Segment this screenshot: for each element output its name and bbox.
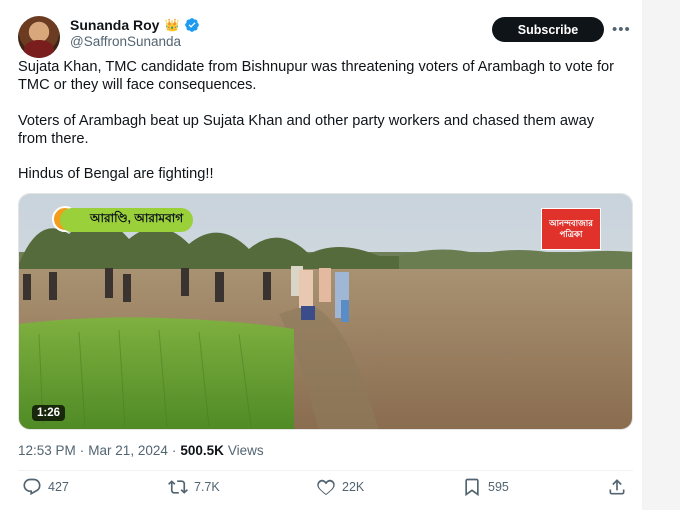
tweet-meta: 12:53 PM · Mar 21, 2024 · 500.5K Views xyxy=(18,443,264,458)
subscribe-button[interactable]: Subscribe xyxy=(492,17,604,42)
repost-icon xyxy=(168,480,188,494)
avatar[interactable] xyxy=(18,16,60,58)
share-icon xyxy=(609,479,625,495)
author-name-row: Sunanda Roy 👑 xyxy=(70,17,200,33)
author-name[interactable]: Sunanda Roy xyxy=(70,17,159,33)
tweet-card: Sunanda Roy 👑 @SaffronSunanda Subscribe … xyxy=(0,0,680,510)
bookmark-button[interactable]: 595 xyxy=(462,477,509,497)
repost-count: 7.7K xyxy=(194,480,220,494)
more-options-icon[interactable]: ••• xyxy=(612,21,631,38)
bookmark-icon xyxy=(465,478,479,497)
divider xyxy=(18,470,633,471)
repost-button[interactable]: 7.7K xyxy=(168,477,220,497)
like-button[interactable]: 22K xyxy=(316,477,364,497)
bookmark-count: 595 xyxy=(488,480,509,494)
tweet-time[interactable]: 12:53 PM xyxy=(18,443,76,458)
video-duration: 1:26 xyxy=(32,405,66,421)
like-count: 22K xyxy=(342,480,365,494)
verified-badge-icon xyxy=(185,18,200,32)
views-label: Views xyxy=(227,443,264,458)
reply-icon xyxy=(23,478,41,496)
heart-icon xyxy=(317,479,335,496)
share-button[interactable] xyxy=(607,477,627,497)
reply-count: 427 xyxy=(48,480,69,494)
author-handle[interactable]: @SaffronSunanda xyxy=(70,34,181,49)
meta-separator: · xyxy=(171,443,177,458)
page-gutter xyxy=(642,0,680,510)
tweet-paragraph: Hindus of Bengal are fighting!! xyxy=(18,166,214,182)
source-logo: আনন্দবাজার পত্রিকা xyxy=(541,208,601,250)
source-logo-line1: আনন্দবাজার xyxy=(549,218,593,228)
video-location-text: আরাণ্ডি, আরামবাগ xyxy=(90,211,184,225)
crown-emoji-icon: 👑 xyxy=(164,18,180,32)
source-logo-line2: পত্রিকা xyxy=(559,229,583,239)
views-count: 500.5K xyxy=(180,443,224,458)
video-location-overlay: আরাণ্ডি, আরামবাগ xyxy=(60,208,194,232)
tweet-paragraph: Sujata Khan, TMC candidate from Bishnupu… xyxy=(18,59,614,93)
tweet-date[interactable]: Mar 21, 2024 xyxy=(88,443,168,458)
meta-separator: · xyxy=(79,443,85,458)
reply-button[interactable]: 427 xyxy=(22,477,69,497)
tweet-paragraph: Voters of Arambagh beat up Sujata Khan a… xyxy=(18,113,594,147)
